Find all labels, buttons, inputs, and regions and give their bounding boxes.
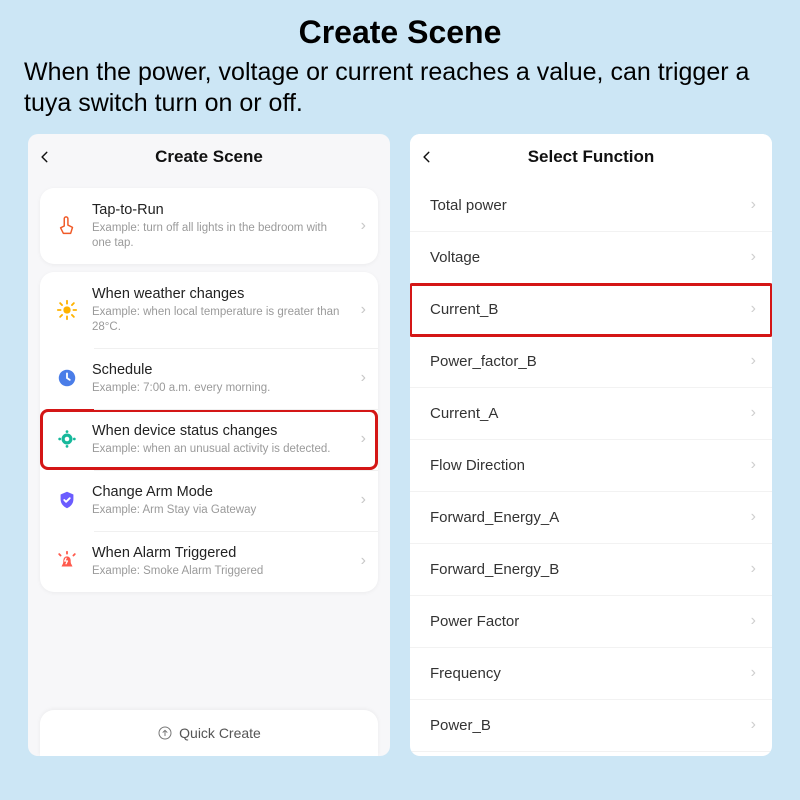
chevron-right-icon: › (751, 352, 756, 370)
function-row[interactable]: Power_B › (410, 700, 772, 752)
condition-text: Schedule Example: 7:00 a.m. every morning… (92, 361, 349, 396)
page-subtitle: When the power, voltage or current reach… (0, 57, 800, 120)
condition-title: When weather changes (92, 285, 349, 303)
chevron-right-icon: › (361, 552, 366, 570)
condition-title: Schedule (92, 361, 349, 379)
alarm-icon (54, 548, 80, 574)
quick-create-label: Quick Create (179, 725, 261, 741)
function-label: Power_factor_B (430, 353, 537, 370)
chevron-right-icon: › (361, 491, 366, 509)
tap-subtitle: Example: turn off all lights in the bedr… (92, 221, 349, 251)
function-row[interactable]: Power Factor › (410, 596, 772, 648)
function-row[interactable]: Current_B › (410, 284, 772, 336)
header: Create Scene (28, 134, 390, 180)
device-icon (54, 426, 80, 452)
chevron-right-icon: › (751, 716, 756, 734)
chevron-right-icon: › (751, 404, 756, 422)
chevron-left-icon (38, 150, 52, 164)
function-label: Forward_Energy_B (430, 561, 559, 578)
condition-row[interactable]: Schedule Example: 7:00 a.m. every morning… (40, 348, 378, 409)
condition-title: When Alarm Triggered (92, 544, 349, 562)
chevron-right-icon: › (751, 612, 756, 630)
chevron-right-icon: › (751, 508, 756, 526)
tap-title: Tap-to-Run (92, 201, 349, 219)
header-title: Select Function (450, 147, 762, 167)
tap-to-run-card: Tap-to-Run Example: turn off all lights … (40, 188, 378, 264)
clock-icon (54, 365, 80, 391)
tap-icon (54, 213, 80, 239)
condition-text: When weather changes Example: when local … (92, 285, 349, 335)
phone-select-function: Select Function Total power›Voltage›Curr… (410, 134, 772, 756)
header: Select Function (410, 134, 772, 180)
condition-subtitle: Example: when local temperature is great… (92, 305, 349, 335)
function-row[interactable]: Power_factor_B › (410, 336, 772, 388)
function-label: Frequency (430, 665, 501, 682)
chevron-right-icon: › (361, 217, 366, 235)
function-label: Current_A (430, 405, 498, 422)
chevron-right-icon: › (361, 430, 366, 448)
function-label: Total power (430, 197, 507, 214)
chevron-right-icon: › (361, 301, 366, 319)
function-label: Voltage (430, 249, 480, 266)
chevron-right-icon: › (751, 300, 756, 318)
function-row[interactable]: Forward_Energy_B › (410, 544, 772, 596)
condition-subtitle: Example: when an unusual activity is det… (92, 442, 349, 457)
shield-icon (54, 487, 80, 513)
function-label: Power Factor (430, 613, 519, 630)
function-label: Flow Direction (430, 457, 525, 474)
function-row[interactable]: Total power › (410, 180, 772, 232)
chevron-right-icon: › (751, 560, 756, 578)
sun-icon (54, 297, 80, 323)
conditions-card: When weather changes Example: when local … (40, 272, 378, 592)
condition-title: When device status changes (92, 422, 349, 440)
phones-container: Create Scene Tap-to-Run Example: turn of… (0, 134, 800, 756)
header-title: Create Scene (68, 147, 380, 167)
chevron-left-icon (420, 150, 434, 164)
function-label: Current_B (430, 301, 498, 318)
chevron-right-icon: › (751, 664, 756, 682)
chevron-right-icon: › (751, 456, 756, 474)
condition-text: When device status changes Example: when … (92, 422, 349, 457)
arrow-up-circle-icon (157, 725, 173, 741)
page-title: Create Scene (0, 0, 800, 51)
condition-title: Change Arm Mode (92, 483, 349, 501)
quick-create-button[interactable]: Quick Create (40, 710, 378, 756)
chevron-right-icon: › (361, 369, 366, 387)
condition-text: Change Arm Mode Example: Arm Stay via Gat… (92, 483, 349, 518)
function-row[interactable]: Current_A › (410, 388, 772, 440)
phone-create-scene: Create Scene Tap-to-Run Example: turn of… (28, 134, 390, 756)
condition-row[interactable]: When weather changes Example: when local … (40, 272, 378, 348)
back-button[interactable] (420, 150, 450, 164)
chevron-right-icon: › (751, 196, 756, 214)
condition-text: When Alarm Triggered Example: Smoke Alarm… (92, 544, 349, 579)
functions-list: Total power›Voltage›Current_B›Power_fact… (410, 180, 772, 752)
function-row[interactable]: Forward_Energy_A › (410, 492, 772, 544)
tap-text: Tap-to-Run Example: turn off all lights … (92, 201, 349, 251)
chevron-right-icon: › (751, 248, 756, 266)
condition-row[interactable]: When device status changes Example: when … (40, 409, 378, 470)
condition-row[interactable]: When Alarm Triggered Example: Smoke Alarm… (40, 531, 378, 592)
function-row[interactable]: Voltage › (410, 232, 772, 284)
condition-subtitle: Example: Smoke Alarm Triggered (92, 564, 349, 579)
function-row[interactable]: Frequency › (410, 648, 772, 700)
condition-subtitle: Example: Arm Stay via Gateway (92, 503, 349, 518)
function-row[interactable]: Flow Direction › (410, 440, 772, 492)
function-label: Power_B (430, 717, 491, 734)
tap-to-run-row[interactable]: Tap-to-Run Example: turn off all lights … (40, 188, 378, 264)
function-label: Forward_Energy_A (430, 509, 559, 526)
condition-row[interactable]: Change Arm Mode Example: Arm Stay via Gat… (40, 470, 378, 531)
back-button[interactable] (38, 150, 68, 164)
condition-subtitle: Example: 7:00 a.m. every morning. (92, 381, 349, 396)
